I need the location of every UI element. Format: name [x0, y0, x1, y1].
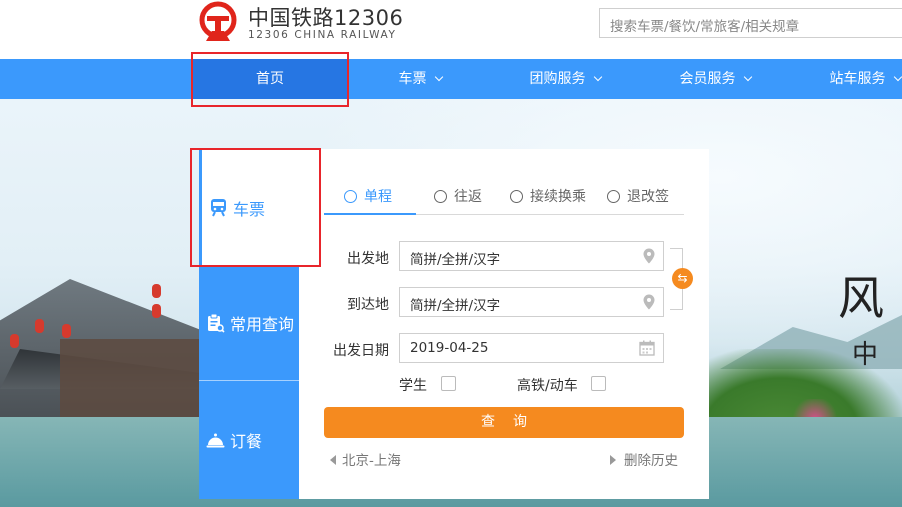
chevron-down-icon [593, 72, 602, 82]
red-lantern [35, 319, 44, 333]
ticket-booking-panel: 单程 往返 接续换乘 退改签 出发地 简拼/全拼/汉字 到达地 简拼/全拼/汉字… [299, 149, 709, 499]
sidebar-tab-label: 订餐 [230, 432, 263, 451]
nav-item-station-service[interactable]: 站车服务 [815, 59, 902, 99]
tab-one-way[interactable]: 单程 [324, 184, 416, 215]
sidebar-tab-common-query[interactable]: 常用查询 [199, 266, 299, 380]
logo-subtitle: 12306 CHINA RAILWAY [248, 29, 397, 41]
trip-type-tabs: 单程 往返 接续换乘 退改签 [324, 184, 684, 215]
location-pin-icon [643, 248, 655, 264]
tab-label: 单程 [364, 189, 392, 205]
to-station-placeholder: 简拼/全拼/汉字 [410, 298, 501, 314]
tab-label: 退改签 [627, 189, 669, 205]
search-tickets-button[interactable]: 查询 [324, 407, 684, 438]
main-nav: 首页 车票 团购服务 会员服务 站车服务 [0, 59, 902, 99]
red-lantern [62, 324, 71, 338]
to-station-input[interactable]: 简拼/全拼/汉字 [399, 287, 664, 317]
highspeed-label: 高铁/动车 [517, 378, 578, 394]
chevron-down-icon [743, 72, 752, 82]
transfer-icon [510, 190, 523, 203]
from-station-label: 出发地 [347, 251, 389, 267]
nav-item-label: 站车服务 [829, 71, 886, 87]
clear-history-link[interactable]: 删除历史 [610, 449, 678, 469]
swap-stations-icon[interactable]: ⇆ [672, 268, 693, 289]
nav-item-member-service[interactable]: 会员服务 [665, 59, 765, 99]
site-search-input[interactable]: 搜索车票/餐饮/常旅客/相关规章 [599, 8, 902, 38]
nav-item-label: 会员服务 [679, 71, 736, 87]
nav-item-tickets[interactable]: 车票 [380, 59, 460, 99]
departure-date-input[interactable]: 2019-04-25 [399, 333, 664, 363]
logo-title[interactable]: 中国铁路12306 [248, 2, 403, 32]
nav-item-group-service[interactable]: 团购服务 [515, 59, 615, 99]
red-lantern [10, 334, 19, 348]
nav-item-label: 团购服务 [529, 71, 586, 87]
from-station-input[interactable]: 简拼/全拼/汉字 [399, 241, 664, 271]
tab-round-trip[interactable]: 往返 [434, 184, 482, 215]
china-railway-logo-icon[interactable] [198, 1, 238, 44]
refund-change-icon [607, 190, 620, 203]
tab-refund-change[interactable]: 退改签 [607, 184, 669, 215]
tab-transfer[interactable]: 接续换乘 [510, 184, 586, 215]
student-checkbox[interactable] [441, 376, 456, 391]
history-item-label: 北京-上海 [342, 453, 401, 469]
one-way-icon [344, 190, 357, 203]
departure-date-label: 出发日期 [333, 343, 389, 359]
triangle-right-icon [610, 455, 616, 465]
banner-slogan-line1: 风 [838, 271, 884, 325]
nav-item-label: 车票 [398, 71, 427, 87]
tab-label: 往返 [454, 189, 482, 205]
student-label: 学生 [399, 378, 427, 394]
location-pin-icon [643, 294, 655, 310]
calendar-icon[interactable] [639, 340, 655, 356]
clipboard-search-icon [208, 313, 225, 333]
highspeed-checkbox[interactable] [591, 376, 606, 391]
highlight-box-home [191, 52, 349, 107]
sidebar-tab-meal-order[interactable]: 订餐 [199, 381, 299, 499]
chevron-down-icon [434, 72, 443, 82]
highlight-box-ticket-tab [190, 148, 321, 267]
to-station-label: 到达地 [347, 297, 389, 313]
from-station-placeholder: 简拼/全拼/汉字 [410, 252, 501, 268]
meal-cloche-icon [206, 433, 225, 447]
banner-slogan-line2: 中 [852, 340, 879, 370]
history-item[interactable]: 北京-上海 [330, 449, 401, 469]
round-trip-icon [434, 190, 447, 203]
triangle-left-icon [330, 455, 336, 465]
clear-history-label: 删除历史 [624, 453, 678, 469]
departure-date-value: 2019-04-25 [410, 340, 489, 356]
tab-label: 接续换乘 [530, 189, 586, 205]
chevron-down-icon [893, 72, 902, 82]
red-lantern [152, 304, 161, 318]
red-lantern [152, 284, 161, 298]
sidebar-tab-label: 常用查询 [230, 315, 295, 334]
site-header: 中国铁路12306 12306 CHINA RAILWAY 搜索车票/餐饮/常旅… [0, 0, 902, 59]
